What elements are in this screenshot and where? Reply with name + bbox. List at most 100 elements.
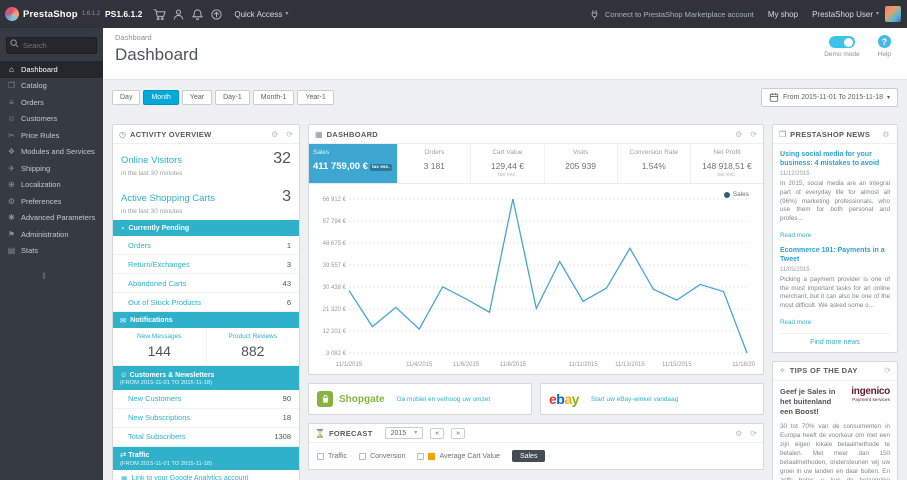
active-carts-link[interactable]: Active Shopping Carts <box>121 193 215 204</box>
product-reviews-cell[interactable]: Product Reviews 882 <box>205 328 300 365</box>
topbar: PrestaShop 1.6.1.2 PS1.6.1.2 Quick Acces… <box>0 0 907 28</box>
row-value: 1308 <box>274 432 291 441</box>
row-value: 18 <box>282 413 291 422</box>
tab-day[interactable]: Day <box>112 90 141 105</box>
total-subscribers-link[interactable]: Total Subscribers <box>128 432 186 441</box>
sidebar-item-administration[interactable]: ⚑ Administration <box>0 226 103 243</box>
ebay-module[interactable]: ebay Start uw eBay-winkel vandaag <box>540 383 764 415</box>
marketplace-link[interactable]: Connect to PrestaShop Marketplace accoun… <box>589 0 754 28</box>
prev-year-button[interactable]: « <box>430 427 445 439</box>
kpi-orders[interactable]: Orders 3 181 <box>398 144 472 183</box>
news-headline-link[interactable]: Using social media for your business: 4 … <box>780 150 890 168</box>
checkbox-icon[interactable] <box>417 452 425 460</box>
kpi-visits[interactable]: Visits 205 939 <box>545 144 618 183</box>
kpi-net-profit[interactable]: Net Profit 148 918,51 € tax exc. <box>691 144 763 183</box>
kpi-conversion-rate[interactable]: Conversion Rate 1.54% <box>618 144 691 183</box>
forecast-legend-sales[interactable]: Sales <box>511 450 546 462</box>
search-input[interactable] <box>6 37 97 54</box>
gear-icon[interactable]: ⚙ <box>882 130 889 139</box>
sidebar-collapse-button[interactable]: ‖ <box>0 259 103 281</box>
tab-year-1[interactable]: Year-1 <box>297 90 334 105</box>
prestashop-admin-window: PrestaShop 1.6.1.2 PS1.6.1.2 Quick Acces… <box>0 0 907 480</box>
kpi-value: 3 181 <box>423 161 445 171</box>
news-headline-link[interactable]: Ecommerce 101: Payments in a Tweet <box>780 246 890 264</box>
grid-icon: ▦ <box>315 129 323 139</box>
new-subscriptions-link[interactable]: New Subscriptions <box>128 413 190 422</box>
tax-badge: tax exc. <box>369 164 392 171</box>
truck-icon: ✈ <box>8 163 15 173</box>
forecast-legend-average-cart-value[interactable]: Average Cart Value <box>417 452 500 460</box>
orders-notification-icon[interactable] <box>150 0 169 28</box>
forecast-legend-traffic[interactable]: Traffic <box>317 452 347 460</box>
prestashop-logo[interactable]: PrestaShop 1.6.1.2 <box>0 7 100 21</box>
abandoned-carts-link[interactable]: Abandoned Carts <box>128 279 186 288</box>
tab-month-1[interactable]: Month-1 <box>252 90 295 105</box>
my-shop-link[interactable]: My shop <box>768 10 798 19</box>
svg-text:21 320 €: 21 320 € <box>323 307 347 313</box>
gear-icon[interactable]: ⚙ <box>735 130 742 139</box>
subheader-title: Customers & Newsletters <box>129 371 215 379</box>
ebay-link[interactable]: Start uw eBay-winkel vandaag <box>591 396 678 403</box>
refresh-icon[interactable]: ⟳ <box>897 130 898 139</box>
read-more-link[interactable]: Read more <box>780 319 811 326</box>
new-customers-link[interactable]: New Customers <box>128 394 181 403</box>
marketplace-label: Connect to PrestaShop Marketplace accoun… <box>604 9 754 19</box>
year-select[interactable]: 2015 ▾ <box>384 427 424 439</box>
messages-notification-icon[interactable] <box>188 0 207 28</box>
sidebar-item-advanced-parameters[interactable]: ✱ Advanced Parameters <box>0 210 103 227</box>
sidebar-item-label: Orders <box>21 97 44 107</box>
tab-month[interactable]: Month <box>143 90 179 105</box>
help-icon[interactable]: ? <box>877 35 891 48</box>
refresh-icon[interactable]: ⟳ <box>750 130 757 139</box>
tab-day-1[interactable]: Day-1 <box>215 90 250 105</box>
chart-legend[interactable]: Sales <box>723 191 749 198</box>
shop-name-link[interactable]: PS1.6.1.2 <box>105 9 142 19</box>
forecast-legend-conversion[interactable]: Conversion <box>359 452 405 460</box>
demo-mode-toggle[interactable] <box>828 36 855 48</box>
online-visitors-sub: in the last 30 minutes <box>121 170 183 177</box>
find-more-news-link[interactable]: Find more news <box>780 332 890 352</box>
out-of-stock-link[interactable]: Out of Stock Products <box>128 298 201 307</box>
user-menu[interactable]: PrestaShop User ▾ <box>812 10 879 19</box>
gear-icon[interactable]: ⚙ <box>271 130 278 139</box>
online-visitors-link[interactable]: Online Visitors <box>121 155 182 166</box>
sidebar-item-stats[interactable]: ▤ Stats <box>0 243 103 260</box>
shopgate-module[interactable]: Shopgate Ga mobiel en verhoog uw omzet <box>308 383 532 415</box>
read-more-link[interactable]: Read more <box>780 232 811 239</box>
orders-link[interactable]: Orders <box>128 241 151 250</box>
sidebar-item-modules[interactable]: ❖ Modules and Services <box>0 144 103 161</box>
sidebar-item-localization[interactable]: ⊕ Localization <box>0 177 103 194</box>
google-analytics-link[interactable]: Link to your Google Analytics account <box>132 475 249 480</box>
sidebar-item-customers[interactable]: ☺ Customers <box>0 111 103 128</box>
updates-icon[interactable] <box>207 0 226 28</box>
sidebar-item-shipping[interactable]: ✈ Shipping <box>0 160 103 177</box>
kpi-sales[interactable]: Sales 411 759,00 € tax exc. <box>309 144 399 183</box>
sidebar-item-dashboard[interactable]: ⌂ Dashboard <box>0 61 103 78</box>
envelope-icon: ✉ <box>120 315 127 325</box>
checkbox-icon[interactable] <box>317 452 324 460</box>
sidebar-item-catalog[interactable]: ❐ Catalog <box>0 78 103 95</box>
kpi-cart-value[interactable]: Cart Value 129,44 € tax exc. <box>471 144 545 183</box>
active-carts-stat: Active Shopping Carts in the last 30 min… <box>113 182 299 220</box>
next-year-button[interactable]: » <box>451 427 466 439</box>
refresh-icon[interactable]: ⟳ <box>884 366 891 375</box>
sidebar-item-price-rules[interactable]: ✂ Price Rules <box>0 127 103 144</box>
kpi-row: Sales 411 759,00 € tax exc. Orders 3 181 … <box>309 144 763 184</box>
svg-text:11/13/2015: 11/13/2015 <box>615 362 645 368</box>
quick-access-menu[interactable]: Quick Access ▾ <box>234 10 288 19</box>
customers-newsletters-header: ☺ Customers & Newsletters (FROM 2015-11-… <box>113 366 299 390</box>
sidebar-item-orders[interactable]: ≡ Orders <box>0 94 103 111</box>
tab-year[interactable]: Year <box>181 90 213 105</box>
date-range-picker[interactable]: From 2015-11-01 To 2015-11-18 ▾ <box>760 88 898 107</box>
returns-link[interactable]: Return/Exchanges <box>128 260 190 269</box>
breadcrumb[interactable]: Dashboard <box>115 33 895 42</box>
shopgate-link[interactable]: Ga mobiel en verhoog uw omzet <box>397 396 491 403</box>
sidebar-item-preferences[interactable]: ⚙ Preferences <box>0 193 103 210</box>
refresh-icon[interactable]: ⟳ <box>286 130 293 139</box>
refresh-icon[interactable]: ⟳ <box>750 429 757 438</box>
checkbox-icon[interactable] <box>359 452 367 460</box>
customers-notification-icon[interactable] <box>169 0 188 28</box>
avatar[interactable] <box>885 6 901 22</box>
gear-icon[interactable]: ⚙ <box>735 429 742 438</box>
new-messages-cell[interactable]: New Messages 144 <box>113 328 206 365</box>
